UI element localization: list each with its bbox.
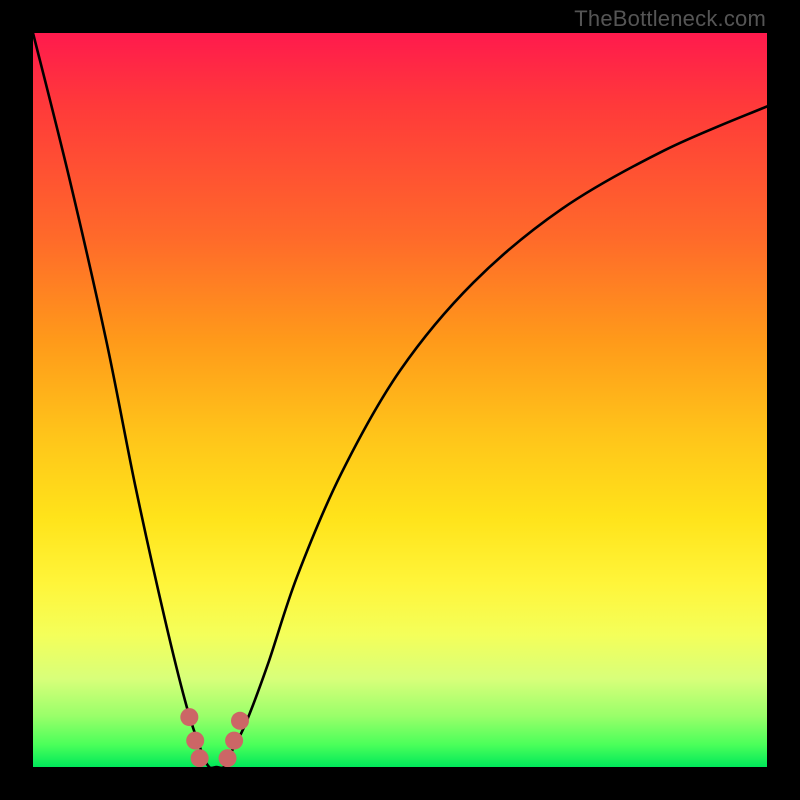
attribution-label: TheBottleneck.com xyxy=(574,6,766,32)
chart-frame: TheBottleneck.com xyxy=(0,0,800,800)
curve-marker xyxy=(225,732,243,750)
curve-marker xyxy=(186,732,204,750)
curve-marker xyxy=(231,712,249,730)
plot-area xyxy=(33,33,767,767)
curve-marker xyxy=(219,749,237,767)
curve-marker xyxy=(180,708,198,726)
curve-marker xyxy=(191,749,209,767)
bottleneck-curve xyxy=(33,33,767,767)
